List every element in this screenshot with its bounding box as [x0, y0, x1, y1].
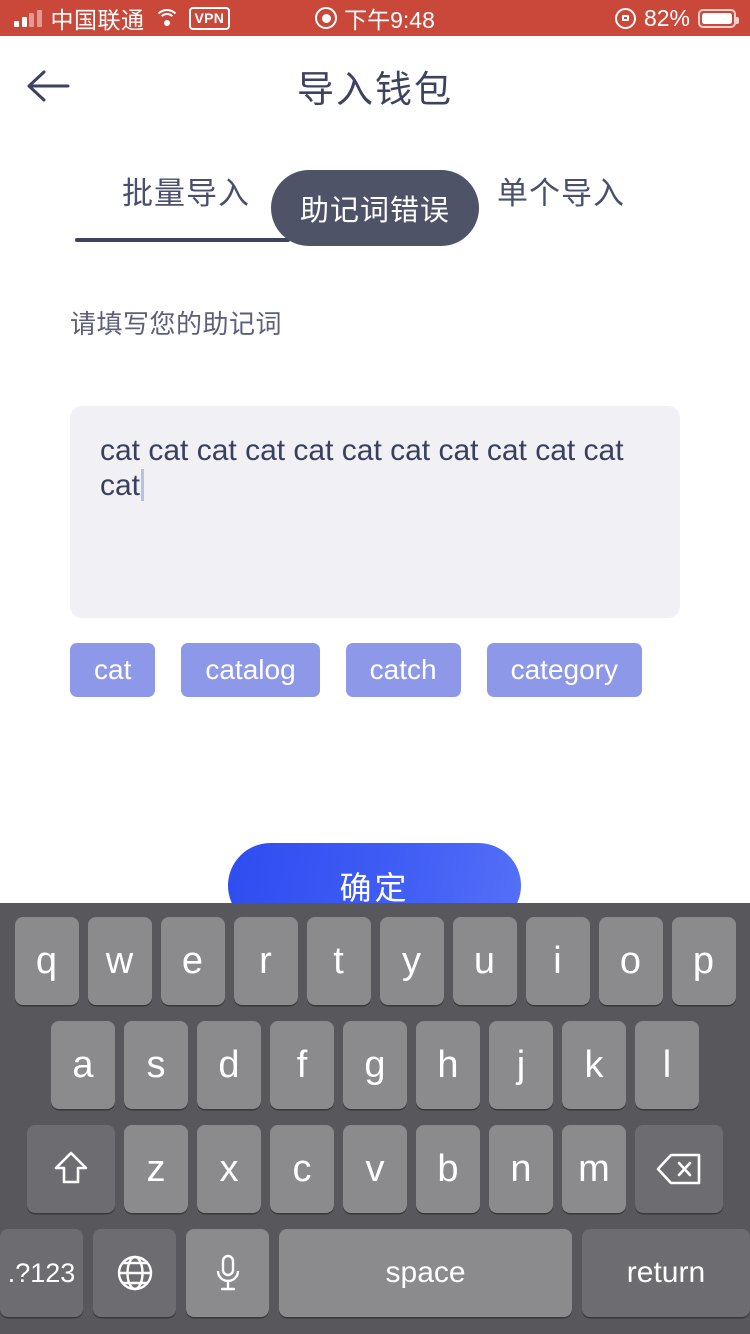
key-x[interactable]: x	[197, 1125, 261, 1213]
numeric-switch-key[interactable]: .?123	[0, 1229, 84, 1317]
key-v[interactable]: v	[343, 1125, 407, 1213]
suggestion-chip[interactable]: cat	[70, 643, 156, 697]
status-bar-right: 82%	[435, 5, 750, 32]
key-c[interactable]: c	[270, 1125, 334, 1213]
key-s[interactable]: s	[124, 1021, 188, 1109]
space-key[interactable]: space	[279, 1229, 572, 1317]
word-suggestions: cat catalog catch category	[70, 643, 642, 697]
key-w[interactable]: w	[87, 917, 152, 1005]
tab-batch-import[interactable]: 批量导入	[122, 160, 250, 220]
key-a[interactable]: a	[51, 1021, 115, 1109]
key-o[interactable]: o	[598, 917, 663, 1005]
key-j[interactable]: j	[489, 1021, 553, 1109]
page-title: 导入钱包	[297, 69, 453, 110]
vpn-badge: VPN	[188, 6, 231, 30]
carrier-label: 中国联通	[50, 7, 145, 33]
battery-percent-label: 82%	[643, 4, 691, 31]
key-p[interactable]: p	[671, 917, 736, 1005]
key-m[interactable]: m	[562, 1125, 626, 1213]
key-b[interactable]: b	[416, 1125, 480, 1213]
status-bar-center: 下午9:48	[315, 1, 435, 35]
microphone-icon[interactable]	[186, 1229, 270, 1317]
status-bar-clock: 下午9:48	[344, 7, 435, 33]
battery-icon	[698, 8, 740, 28]
key-l[interactable]: l	[635, 1021, 699, 1109]
keyboard-row-4: .?123 space return	[0, 1229, 750, 1317]
suggestion-chip[interactable]: catalog	[181, 643, 320, 697]
suggestion-chip[interactable]: category	[486, 643, 642, 697]
key-z[interactable]: z	[124, 1125, 188, 1213]
error-toast: 助记词错误	[271, 170, 479, 246]
key-q[interactable]: q	[14, 917, 79, 1005]
key-u[interactable]: u	[452, 917, 517, 1005]
key-f[interactable]: f	[270, 1021, 334, 1109]
recording-indicator-icon	[315, 7, 338, 29]
mnemonic-input-value: cat cat cat cat cat cat cat cat cat cat …	[100, 434, 624, 502]
key-k[interactable]: k	[562, 1021, 626, 1109]
wifi-icon	[153, 8, 180, 28]
key-e[interactable]: e	[160, 917, 225, 1005]
on-screen-keyboard: q w e r t y u i o p a s d f g h j k l z …	[0, 903, 750, 1334]
status-bar-left: 中国联通 VPN	[0, 1, 315, 35]
page-header: 导入钱包	[0, 36, 750, 136]
app-screen: 中国联通 VPN 下午9:48 82% 导入钱包 批量导入 单个导入 助记词错误…	[0, 0, 750, 1334]
key-h[interactable]: h	[416, 1021, 480, 1109]
text-caret	[141, 468, 145, 501]
key-d[interactable]: d	[197, 1021, 261, 1109]
key-r[interactable]: r	[233, 917, 298, 1005]
return-key[interactable]: return	[581, 1229, 750, 1317]
shift-icon[interactable]	[27, 1125, 115, 1213]
key-n[interactable]: n	[489, 1125, 553, 1213]
backspace-icon[interactable]	[635, 1125, 723, 1213]
globe-icon[interactable]	[93, 1229, 177, 1317]
keyboard-row-2: a s d f g h j k l	[0, 1021, 750, 1109]
key-y[interactable]: y	[379, 917, 444, 1005]
key-t[interactable]: t	[306, 917, 371, 1005]
keyboard-row-1: q w e r t y u i o p	[0, 917, 750, 1005]
mnemonic-field-label: 请填写您的助记词	[70, 309, 283, 339]
tab-single-import[interactable]: 单个导入	[497, 160, 625, 220]
rotation-lock-icon	[614, 7, 636, 29]
back-arrow-icon[interactable]	[24, 62, 72, 110]
signal-bars-icon	[14, 9, 42, 27]
mnemonic-input[interactable]: cat cat cat cat cat cat cat cat cat cat …	[70, 406, 680, 618]
keyboard-row-3: z x c v b n m	[0, 1125, 750, 1213]
active-tab-underline	[75, 238, 290, 242]
key-g[interactable]: g	[343, 1021, 407, 1109]
suggestion-chip[interactable]: catch	[345, 643, 461, 697]
key-i[interactable]: i	[525, 917, 590, 1005]
status-bar: 中国联通 VPN 下午9:48 82%	[0, 0, 750, 36]
